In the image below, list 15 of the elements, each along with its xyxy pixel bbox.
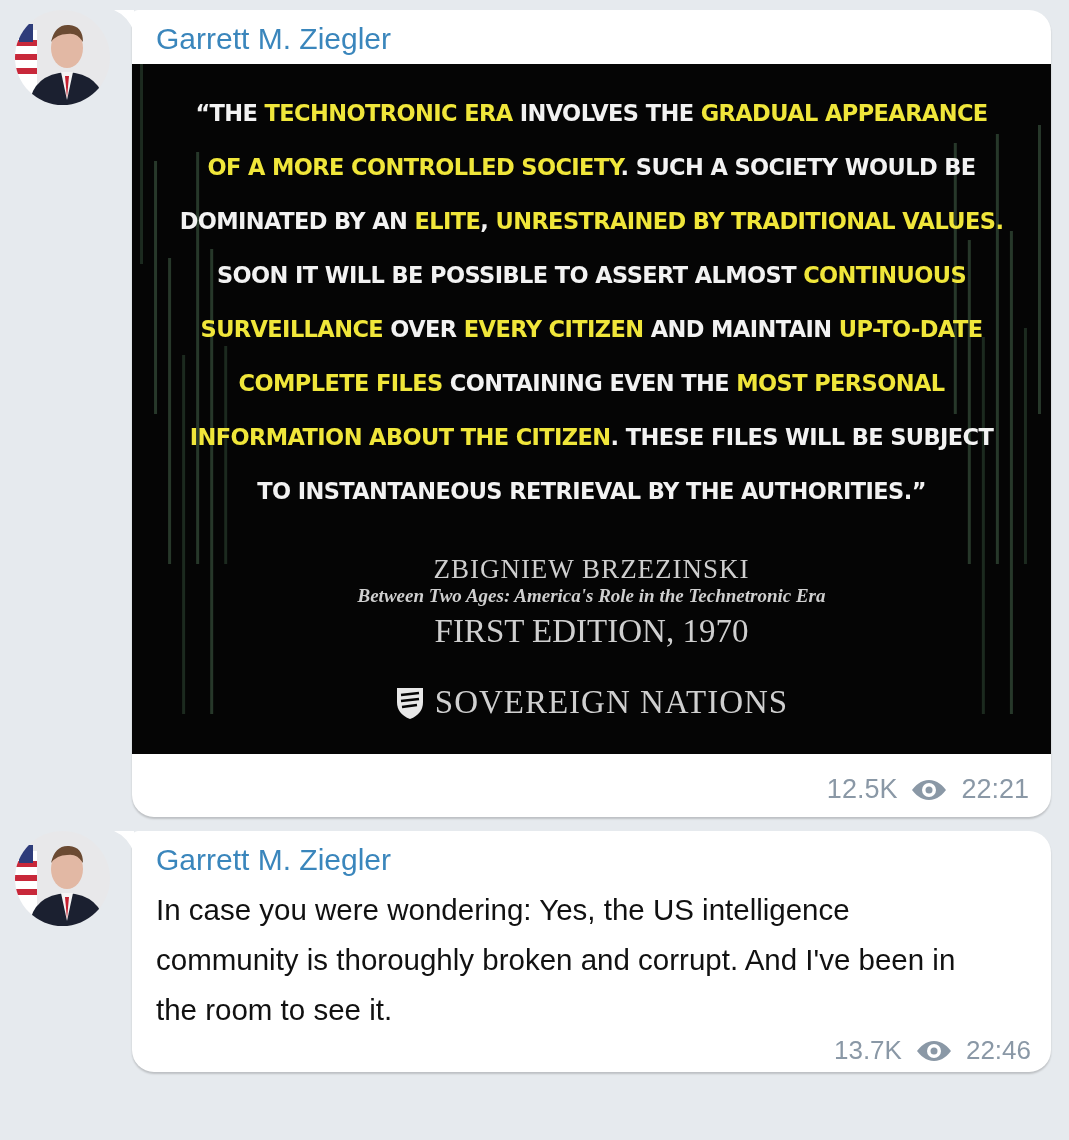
quote-text: “THE TECHNOTRONIC ERA INVOLVES THE GRADUAL APPEARANCE OF A MORE CONTROLLED SOCIETY. SUCH A SOCIETY WOULD BE DOMINATED BY AN ELITE, UNRESTRAINED BY TRADITIONAL VALUES. SOON IT WILL BE POSSIBLE TO ASSERT ALMOST CONTINUOUS SURVEILLANCE OVER EVERY CITIZEN AND MAINTAIN UP-TO-DATE COMPLETE FILES CONTAINING EVEN THE MOST PERSONAL INFORMATION ABOUT THE CITIZEN. THESE FILES WILL BE SUBJECT TO INSTANTANEOUS RETRIEVAL BY THE AUTHORITIES.” [178,99,1005,506]
view-count: 12.5K [826,774,898,805]
eye-icon [911,777,948,802]
shield-logo-icon [394,685,425,720]
quote-author: ZBIGNIEW BRZEZINSKI [433,554,750,585]
view-count: 13.7K [833,1035,902,1066]
eye-icon [915,1038,952,1063]
message-time: 22:21 [961,774,1029,805]
author-name[interactable]: Garrett M. Ziegler [132,10,1051,64]
message-time: 22:46 [965,1035,1031,1066]
author-name[interactable]: Garrett M. Ziegler [132,831,1051,885]
message-text: In case you were wondering: Yes, the US intelligence community is thoroughly broken and corrupt. And I've been in the room to see it. [156,892,956,1028]
book-title: Between Two Ages: America's Role in the Technetronic Era [357,585,826,607]
publisher-name: SOVEREIGN NATIONS [434,684,789,721]
edition-text: FIRST EDITION, 1970 [434,613,749,650]
